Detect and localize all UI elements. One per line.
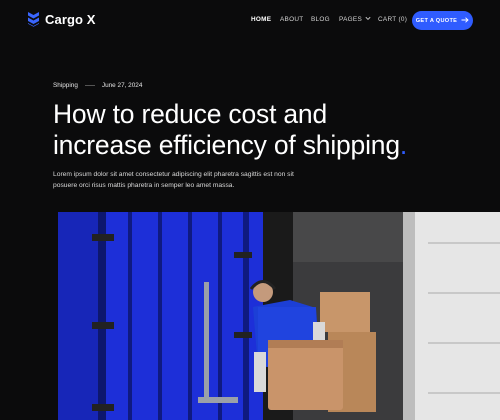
article-description: Lorem ipsum dolor sit amet consectetur a… <box>53 171 294 189</box>
title-accent-dot: . <box>399 130 408 160</box>
article-title-line-2: increase efficiency of shipping <box>53 130 400 160</box>
brand-logo[interactable]: Cargo X <box>27 11 96 27</box>
nav-item-cart[interactable]: CART (0) <box>378 16 407 23</box>
nav-item-about[interactable]: ABOUT <box>280 16 304 23</box>
brand-name: Cargo X <box>45 11 96 27</box>
article-title: How to reduce cost and increase efficien… <box>53 99 473 161</box>
article-category[interactable]: Shipping <box>53 82 78 89</box>
get-a-quote-label: GET A QUOTE <box>415 17 458 24</box>
chevron-down-icon <box>365 16 371 23</box>
article-meta: Shipping June 27, 2024 <box>53 82 142 89</box>
article-hero-image <box>58 212 500 420</box>
top-navbar: Cargo X HOME ABOUT BLOG PAGES CART (0) G… <box>0 0 500 42</box>
hero-illustration <box>58 212 500 420</box>
arrow-right-icon <box>461 16 469 25</box>
chevrons-logo-icon <box>27 11 40 27</box>
nav-item-blog[interactable]: BLOG <box>311 16 330 23</box>
nav-item-pages[interactable]: PAGES <box>339 16 371 23</box>
nav-item-home[interactable]: HOME <box>251 16 271 23</box>
article-date: June 27, 2024 <box>101 82 143 89</box>
get-a-quote-button[interactable]: GET A QUOTE <box>412 11 473 30</box>
article-title-line-1: How to reduce cost and <box>53 99 328 129</box>
nav-item-pages-label: PAGES <box>339 16 363 23</box>
meta-divider <box>84 85 95 86</box>
